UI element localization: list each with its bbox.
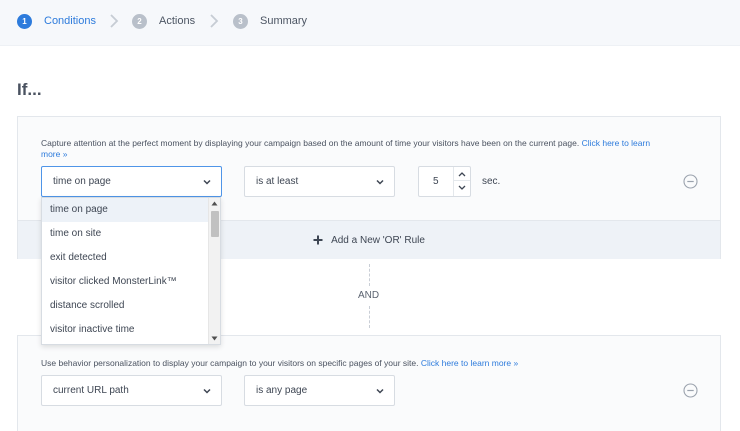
and-connector-label: AND — [357, 290, 381, 301]
scrollbar-thumb[interactable] — [211, 211, 219, 237]
learn-more-text: Click here to learn — [581, 138, 651, 148]
dropdown-option[interactable]: distance scrolled — [42, 294, 209, 318]
seconds-number-input[interactable]: 5 — [418, 166, 471, 197]
chevron-down-icon — [376, 179, 384, 185]
add-or-rule-label: Add a New 'OR' Rule — [331, 234, 425, 246]
operator-select-value: is any page — [256, 385, 308, 396]
number-input-value: 5 — [433, 176, 439, 187]
scroll-up-icon[interactable] — [211, 200, 218, 207]
chevron-down-icon — [203, 388, 211, 394]
step-actions[interactable]: 2 Actions — [132, 12, 195, 30]
condition-select-value: time on page — [53, 176, 111, 187]
dropdown-scrollbar[interactable] — [208, 198, 220, 344]
dropdown-option[interactable]: time on site — [42, 222, 209, 246]
operator-select[interactable]: is at least — [244, 166, 395, 197]
rule-description: Use behavior personalization to display … — [41, 358, 701, 369]
chevron-up-icon — [458, 171, 466, 176]
connector-line — [369, 264, 370, 286]
dropdown-option[interactable]: visitor inactive time — [42, 318, 209, 342]
page-heading: If... — [17, 80, 42, 99]
step-label: Summary — [260, 15, 308, 27]
rule-description-text: Capture attention at the perfect moment … — [41, 138, 580, 148]
rule-card-url-path: Use behavior personalization to display … — [17, 335, 721, 431]
remove-rule-icon[interactable] — [683, 383, 698, 398]
dropdown-option[interactable]: time on page — [42, 198, 209, 222]
scroll-down-icon[interactable] — [211, 335, 218, 342]
chevron-down-icon — [458, 185, 466, 190]
chevron-right-icon — [110, 14, 119, 28]
number-spinner — [453, 167, 470, 196]
chevron-down-icon — [376, 388, 384, 394]
remove-rule-icon[interactable] — [683, 174, 698, 189]
learn-more-text: more » — [41, 149, 68, 159]
dropdown-option[interactable]: exit detected — [42, 246, 209, 270]
step-conditions[interactable]: 1 Conditions — [17, 12, 96, 30]
operator-select[interactable]: is any page — [244, 375, 395, 406]
decrement-button[interactable] — [454, 181, 470, 195]
increment-button[interactable] — [454, 167, 470, 181]
chevron-down-icon — [203, 179, 211, 185]
condition-dropdown-list: time on page time on site exit detected … — [41, 197, 221, 345]
step-number: 2 — [132, 13, 147, 29]
step-label: Conditions — [44, 15, 96, 27]
connector-line — [369, 306, 370, 328]
step-number: 3 — [233, 13, 248, 29]
chevron-right-icon — [210, 14, 219, 28]
plus-icon — [313, 235, 323, 245]
condition-select[interactable]: time on page — [41, 166, 222, 197]
operator-select-value: is at least — [256, 176, 299, 187]
learn-more-link[interactable]: Click here to learn more » — [421, 358, 518, 368]
step-number: 1 — [17, 13, 32, 29]
unit-label: sec. — [482, 176, 501, 187]
wizard-stepper: 1 Conditions 2 Actions 3 Summary — [0, 0, 740, 46]
step-label: Actions — [159, 15, 196, 27]
condition-select[interactable]: current URL path — [41, 375, 222, 406]
rule-description: Capture attention at the perfect moment … — [41, 138, 701, 160]
condition-select-value: current URL path — [53, 385, 129, 396]
rule-description-text: Use behavior personalization to display … — [41, 358, 419, 368]
dropdown-option[interactable]: visitor clicked MonsterLink™ — [42, 270, 209, 294]
step-summary[interactable]: 3 Summary — [233, 12, 307, 30]
